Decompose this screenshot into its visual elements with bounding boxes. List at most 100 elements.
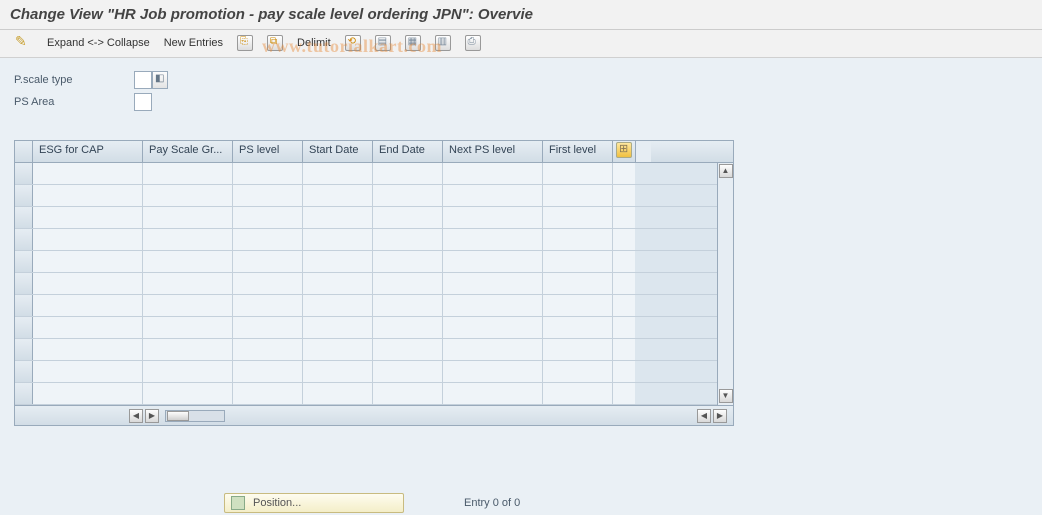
cell[interactable]	[33, 317, 143, 338]
cell[interactable]	[443, 295, 543, 316]
expand-collapse-button[interactable]: Expand <-> Collapse	[42, 33, 155, 53]
col-header-start-date[interactable]: Start Date	[303, 141, 373, 162]
cell[interactable]	[543, 295, 613, 316]
cell[interactable]	[143, 207, 233, 228]
cell[interactable]	[543, 361, 613, 382]
cell[interactable]	[303, 339, 373, 360]
position-button[interactable]: Position...	[224, 493, 404, 513]
cell[interactable]	[373, 295, 443, 316]
cell[interactable]	[233, 339, 303, 360]
cell[interactable]	[543, 339, 613, 360]
cell[interactable]	[143, 339, 233, 360]
cell[interactable]	[303, 185, 373, 206]
cell[interactable]	[613, 361, 635, 382]
cell[interactable]	[373, 383, 443, 404]
cell[interactable]	[33, 273, 143, 294]
hscroll-left-icon[interactable]: ◀	[129, 409, 143, 423]
scroll-up-icon[interactable]: ▲	[719, 164, 733, 178]
cell[interactable]	[303, 295, 373, 316]
cell[interactable]	[33, 251, 143, 272]
cell[interactable]	[443, 185, 543, 206]
cell[interactable]	[613, 251, 635, 272]
cell[interactable]	[613, 185, 635, 206]
copy-button[interactable]	[232, 33, 258, 53]
cell[interactable]	[303, 229, 373, 250]
cell[interactable]	[303, 163, 373, 184]
cell[interactable]	[443, 251, 543, 272]
cell[interactable]	[373, 273, 443, 294]
col-header-end-date[interactable]: End Date	[373, 141, 443, 162]
cell[interactable]	[33, 295, 143, 316]
cell[interactable]	[143, 361, 233, 382]
undo-button[interactable]	[340, 33, 366, 53]
cell[interactable]	[143, 295, 233, 316]
hscroll-left2-icon[interactable]: ◀	[697, 409, 711, 423]
cell[interactable]	[613, 207, 635, 228]
row-selector-header[interactable]	[15, 141, 33, 162]
cell[interactable]	[373, 251, 443, 272]
cell[interactable]	[613, 295, 635, 316]
scroll-down-icon[interactable]: ▼	[719, 389, 733, 403]
cell[interactable]	[33, 207, 143, 228]
cell[interactable]	[543, 383, 613, 404]
cell[interactable]	[33, 229, 143, 250]
cell[interactable]	[303, 251, 373, 272]
cell[interactable]	[543, 229, 613, 250]
cell[interactable]	[233, 251, 303, 272]
cell[interactable]	[543, 185, 613, 206]
cell[interactable]	[373, 163, 443, 184]
ps-area-input[interactable]	[134, 93, 152, 111]
cell[interactable]	[613, 229, 635, 250]
copy-all-button[interactable]	[262, 33, 288, 53]
cell[interactable]	[543, 163, 613, 184]
cell[interactable]	[443, 339, 543, 360]
cell[interactable]	[143, 273, 233, 294]
cell[interactable]	[443, 229, 543, 250]
row-selector[interactable]	[15, 317, 33, 338]
cell[interactable]	[33, 383, 143, 404]
cell[interactable]	[303, 383, 373, 404]
row-selector[interactable]	[15, 361, 33, 382]
cell[interactable]	[143, 251, 233, 272]
col-header-first-level[interactable]: First level	[543, 141, 613, 162]
cell[interactable]	[443, 383, 543, 404]
cell[interactable]	[143, 317, 233, 338]
col-header-next-ps-level[interactable]: Next PS level	[443, 141, 543, 162]
cell[interactable]	[143, 229, 233, 250]
cell[interactable]	[233, 185, 303, 206]
select-block-button[interactable]	[400, 33, 426, 53]
hscroll-right-icon[interactable]: ▶	[145, 409, 159, 423]
cell[interactable]	[613, 163, 635, 184]
row-selector[interactable]	[15, 295, 33, 316]
cell[interactable]	[443, 317, 543, 338]
cell[interactable]	[543, 273, 613, 294]
cell[interactable]	[543, 207, 613, 228]
hscroll-right2-icon[interactable]: ▶	[713, 409, 727, 423]
cell[interactable]	[443, 273, 543, 294]
row-selector[interactable]	[15, 207, 33, 228]
cell[interactable]	[303, 273, 373, 294]
row-selector[interactable]	[15, 251, 33, 272]
cell[interactable]	[33, 163, 143, 184]
cell[interactable]	[233, 207, 303, 228]
cell[interactable]	[543, 317, 613, 338]
cell[interactable]	[443, 163, 543, 184]
select-all-button[interactable]	[370, 33, 396, 53]
cell[interactable]	[443, 361, 543, 382]
cell[interactable]	[443, 207, 543, 228]
deselect-all-button[interactable]	[430, 33, 456, 53]
cell[interactable]	[233, 273, 303, 294]
new-entries-button[interactable]: New Entries	[159, 33, 228, 53]
cell[interactable]	[543, 251, 613, 272]
col-header-psl[interactable]: PS level	[233, 141, 303, 162]
cell[interactable]	[373, 207, 443, 228]
print-button[interactable]	[460, 33, 486, 53]
cell[interactable]	[33, 361, 143, 382]
col-header-psg[interactable]: Pay Scale Gr...	[143, 141, 233, 162]
cell[interactable]	[143, 383, 233, 404]
cell[interactable]	[613, 383, 635, 404]
delimit-button[interactable]: Delimit	[292, 33, 336, 53]
cell[interactable]	[233, 361, 303, 382]
col-header-esg[interactable]: ESG for CAP	[33, 141, 143, 162]
row-selector[interactable]	[15, 185, 33, 206]
